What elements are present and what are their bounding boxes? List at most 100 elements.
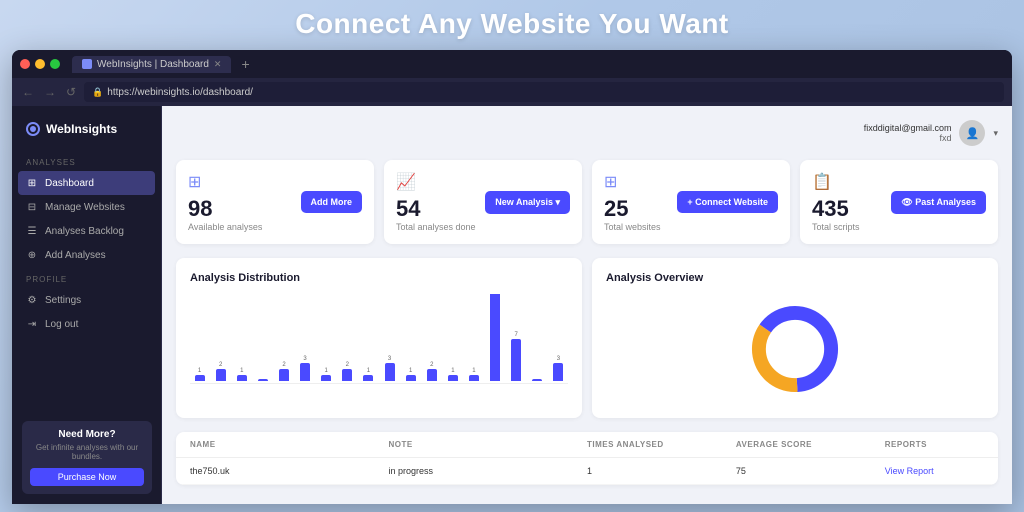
stat-card-analyses: ⊞ 98 Available analyses Add More [176,160,374,244]
bar-chart-card: Analysis Distribution 12123121312111673 [176,258,582,418]
forward-button[interactable]: → [42,83,58,101]
need-more-title: Need More? [30,429,144,440]
bar-group: 1 [317,368,336,381]
table-card: NAME NOTE TIMES ANALYSED AVERAGE SCORE R… [176,432,998,485]
bar-value: 2 [219,362,222,368]
bar-group [528,378,547,381]
sidebar-item-manage-websites[interactable]: ⊟ Manage Websites [12,195,161,219]
bar [385,363,395,381]
cell-report-link[interactable]: View Report [885,466,984,476]
bar-group: 1 [232,368,251,381]
minimize-button[interactable] [35,59,45,69]
tab-label: WebInsights | Dashboard [97,59,209,70]
close-button[interactable] [20,59,30,69]
browser-window: WebInsights | Dashboard ✕ + ← → ↺ 🔒 http… [12,50,1012,504]
browser-tab[interactable]: WebInsights | Dashboard ✕ [72,56,231,73]
donut-chart-card: Analysis Overview [592,258,998,418]
main-content: fixddigital@gmail.com fxd 👤 ▾ ⊞ 98 Avail… [162,106,1012,504]
bar-group: 1 [464,368,483,381]
table-row: the750.uk in progress 1 75 View Report [176,458,998,485]
logout-icon: ⇥ [26,318,38,330]
bar-chart-title: Analysis Distribution [190,272,568,284]
bar-value: 1 [472,368,475,374]
sidebar-item-settings[interactable]: ⚙ Settings [12,288,161,312]
bar [511,339,521,381]
stat-number-done: 54 [396,198,476,220]
avatar[interactable]: 👤 [959,120,985,146]
new-analysis-button[interactable]: New Analysis ▾ [485,191,570,214]
sidebar-item-label: Add Analyses [45,250,106,261]
stat-left: 📈 54 Total analyses done [396,172,476,232]
cell-times: 1 [587,466,736,476]
purchase-now-button[interactable]: Purchase Now [30,468,144,486]
cell-name: the750.uk [190,466,389,476]
bar-value: 3 [557,356,560,362]
lock-icon: 🔒 [92,87,103,98]
refresh-button[interactable]: ↺ [64,83,78,101]
bar-chart: 12123121312111673 [190,294,568,384]
bar [321,375,331,381]
user-name: fxd [864,133,952,143]
bar-group: 7 [507,332,526,381]
maximize-button[interactable] [50,59,60,69]
user-info: fixddigital@gmail.com fxd [864,123,952,143]
bar-group: 3 [549,356,568,381]
app-header: fixddigital@gmail.com fxd 👤 ▾ [176,120,998,146]
add-analyses-icon: ⊕ [26,249,38,261]
back-button[interactable]: ← [20,83,36,101]
charts-row: Analysis Distribution 12123121312111673 … [176,258,998,418]
bar-value: 7 [515,332,518,338]
analyses-done-icon: 📈 [396,172,476,192]
address-input[interactable]: 🔒 https://webinsights.io/dashboard/ [84,82,1004,102]
bar-group: 3 [380,356,399,381]
bar-value: 2 [430,362,433,368]
bar [216,369,226,381]
sidebar-logo: WebInsights [12,118,161,150]
page-headline: Connect Any Website You Want [0,8,1024,40]
sidebar-item-logout[interactable]: ⇥ Log out [12,312,161,336]
add-more-button[interactable]: Add More [301,191,363,213]
bar [532,379,542,381]
traffic-lights [20,59,60,69]
sidebar-item-label: Analyses Backlog [45,226,124,237]
bar [490,294,500,381]
new-tab-button[interactable]: + [235,56,255,72]
settings-icon: ⚙ [26,294,38,306]
bar [195,375,205,381]
bar [279,369,289,381]
table-header: NAME NOTE TIMES ANALYSED AVERAGE SCORE R… [176,432,998,458]
bar-group: 1 [190,368,209,381]
bar-value: 3 [388,356,391,362]
bar [300,363,310,381]
logo-text: WebInsights [46,122,117,136]
bar-value: 1 [409,368,412,374]
sidebar: WebInsights ANALYSES ⊞ Dashboard ⊟ Manag… [12,106,162,504]
sidebar-item-label: Dashboard [45,178,94,189]
bar-group: 1 [359,368,378,381]
bar-group: 1 [443,368,462,381]
sidebar-section-profile: PROFILE [12,267,161,288]
stat-left: ⊞ 25 Total websites [604,172,661,232]
dashboard-icon: ⊞ [26,177,38,189]
need-more-desc: Get infinite analyses with our bundles. [30,443,144,461]
bar [448,375,458,381]
donut-container [606,294,984,404]
stat-left: 📋 435 Total scripts [812,172,860,232]
address-bar: ← → ↺ 🔒 https://webinsights.io/dashboard… [12,78,1012,106]
sidebar-item-dashboard[interactable]: ⊞ Dashboard [18,171,155,195]
sidebar-item-add-analyses[interactable]: ⊕ Add Analyses [12,243,161,267]
bar [237,375,247,381]
manage-websites-icon: ⊟ [26,201,38,213]
donut-chart-title: Analysis Overview [606,272,984,284]
bar [469,375,479,381]
stat-card-websites: ⊞ 25 Total websites + Connect Website [592,160,790,244]
sidebar-item-analyses-backlog[interactable]: ☰ Analyses Backlog [12,219,161,243]
tab-close-icon[interactable]: ✕ [214,59,222,70]
logo-icon [26,122,40,136]
bar-value: 3 [303,356,306,362]
stat-card-scripts: 📋 435 Total scripts 👁 Past Analyses [800,160,998,244]
connect-website-button[interactable]: + Connect Website [677,191,778,213]
past-analyses-button[interactable]: 👁 Past Analyses [891,191,986,214]
stat-left: ⊞ 98 Available analyses [188,172,262,232]
chevron-down-icon[interactable]: ▾ [993,128,998,139]
